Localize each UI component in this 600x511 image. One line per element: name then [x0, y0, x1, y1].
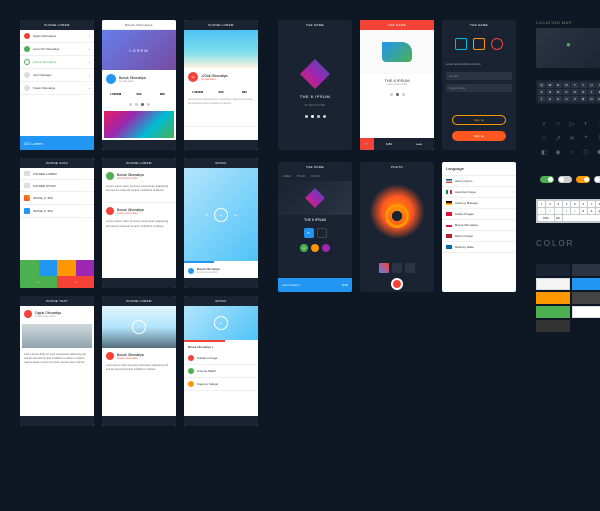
primary-action[interactable]: GO Lorem — [20, 136, 94, 150]
signup-button[interactable]: Sign up — [452, 131, 506, 141]
play-button[interactable]: ▸ — [132, 320, 146, 334]
music-comments-screen: MUSIC ▸ Bovuk Obonatiya ● Auliption Krag… — [184, 296, 258, 426]
keyboard-light[interactable]: 1234567890 -/;()$&@" ABCEN ↵ — [536, 199, 600, 223]
comment-row[interactable]: Auliption Kraga — [184, 352, 258, 365]
landscape-post-screen: PHONE LOREM ▸ Bovuk ObonatiyaLorem ipsum… — [102, 296, 176, 426]
lineart-icons — [442, 30, 516, 58]
map-pin-icon[interactable]: ● — [566, 40, 571, 49]
lang-row[interactable]: Aleom ipsum — [442, 176, 516, 187]
focus-ring — [385, 204, 409, 228]
signup-screen: THE NAME Lorem Ipsum Dolor sit Amet E-ma… — [442, 20, 516, 150]
header: PHONE LOREM — [20, 20, 94, 30]
lang-row[interactable]: Autoritys Kraga — [442, 187, 516, 198]
contact-row[interactable]: Kotuk Obonatiya› — [20, 82, 94, 95]
language-screen: Language Aleom ipsum Autoritys Kraga And… — [442, 162, 516, 292]
album-art — [300, 59, 330, 89]
shutter-button[interactable] — [391, 278, 403, 290]
map-block: LOCATION MAP ● — [536, 20, 600, 68]
hero-image — [184, 30, 258, 68]
play-button[interactable]: ▸ — [214, 208, 228, 222]
folder-row[interactable]: FOLDER LOREM — [20, 168, 94, 180]
files-screen: PHONE DATA FOLDER LOREM FOLDER IPSUM IMA… — [20, 158, 94, 288]
lang-row[interactable]: Anitax Kragae — [442, 209, 516, 220]
user-icon: ◐ — [582, 120, 590, 128]
add-icon: + — [582, 134, 590, 142]
keyboard-dark[interactable]: QWERTYUIOP ASDFGHJKL ⇧ZXCVBNM⌫ — [536, 80, 600, 104]
article-screen: PHONE TEXT Opjuk ObonatiyaLorem ipsum do… — [20, 296, 94, 426]
stats-screen: PHONE LOREM 12123uk Obonatiyaby matt oli… — [184, 20, 258, 150]
contacts-screen: PHONE LOREM Opjuk Obonaitiya› Lorem72 Ob… — [20, 20, 94, 150]
music-player-screen: MUSIC ⏮▸⏭ Bovuk ObonatiyaLorem ipsum dol… — [184, 158, 258, 288]
camera-screen: PHOTO — [360, 162, 434, 292]
email-field[interactable]: E-mail — [446, 72, 512, 80]
share-icon: ↗ — [554, 134, 562, 142]
contact-row[interactable]: Opit Oobraga› — [20, 69, 94, 82]
prev-icon[interactable]: ⏮ — [205, 213, 208, 217]
lang-row[interactable]: Ditono Fopait — [442, 231, 516, 242]
mobile-screens-middle: THE NAME THE 6 IPSUM BY MATT OLIVER THE … — [278, 20, 516, 426]
contact-row[interactable]: Lorem72 Obonatiya› — [20, 43, 94, 56]
file-row[interactable]: IMAGE_P JPG — [20, 205, 94, 218]
login-field[interactable]: Login Name — [446, 84, 512, 92]
action-strip[interactable] — [20, 260, 94, 276]
comment-row[interactable]: Anomie Mokih — [184, 365, 258, 378]
heart-icon: ♡ — [596, 120, 600, 128]
contact-row[interactable]: Opjuk Obonaitiya› — [20, 30, 94, 43]
profile-screen: Bovuk Obonatiya LOREM Bovuk Obonatiyaby … — [102, 20, 176, 150]
components-panel: LOCATION MAP ● QWERTYUIOP ASDFGHJKL ⇧ZXC… — [536, 20, 600, 426]
stats-row: LOREM690890 — [102, 88, 176, 100]
mobile-screens-left: PHONE LOREM Opjuk Obonaitiya› Lorem72 Ob… — [20, 20, 258, 426]
hero-image: LOREM — [102, 30, 176, 70]
album-art — [305, 188, 325, 208]
menu-icon: ≡ — [596, 134, 600, 142]
lang-row[interactable]: Bovuk Obonatiya — [442, 220, 516, 231]
circle-icon: ○ — [554, 120, 562, 128]
lock-icon: ⌂ — [540, 134, 548, 142]
next-icon[interactable]: ⏭ — [234, 213, 237, 217]
cart-button[interactable]: 🛒 — [360, 138, 374, 150]
comment-row[interactable]: Kagrosy Kalugo — [184, 378, 258, 391]
media: ▸ — [102, 306, 176, 348]
search-icon[interactable]: ⌕ — [540, 120, 548, 128]
album-screen: THE NAME THE 6 IPSUM BY MATT OLIVER — [278, 20, 352, 150]
contact-row[interactable]: Ftotuk Obonatiya› — [20, 56, 94, 69]
tabbar[interactable] — [102, 140, 176, 150]
lang-row[interactable]: Andomy Bulaugo — [442, 198, 516, 209]
color-palette — [536, 264, 600, 332]
signup-outline[interactable]: Sign up — [452, 115, 506, 125]
folder-row[interactable]: FOLDER IPSUM — [20, 180, 94, 192]
lang-row[interactable]: Defonsy Halte — [442, 242, 516, 253]
switches[interactable] — [536, 172, 600, 187]
file-row[interactable]: IMAGE_P JPG — [20, 192, 94, 205]
post-screen: PHONE LOREM Bovuk ObonatiyaLorem ipsum d… — [102, 158, 176, 288]
play-icon: ▷ — [568, 120, 576, 128]
color-title: COLOR — [536, 239, 600, 248]
article-image — [22, 324, 92, 348]
size-selector[interactable]: B — [278, 225, 352, 241]
product-screen: THE NAME THE 6 IPSUMLorem ipsum dolor 🛒$… — [360, 20, 434, 150]
play-button[interactable]: ▸ — [214, 316, 228, 330]
product-image — [382, 42, 412, 62]
close-icon: ✕ — [568, 134, 576, 142]
details-screen: THE NAME LOREMIPSUMDOLOR THE 6 IPSUM B A… — [278, 162, 352, 292]
buy-bar[interactable]: Lorem Ipsum$ 80 — [278, 278, 352, 292]
icon-set: ⌕○▷◐♡⚙ ⌂↗✕+≡› ◧◉☆⬡⬢◈ — [536, 116, 600, 160]
